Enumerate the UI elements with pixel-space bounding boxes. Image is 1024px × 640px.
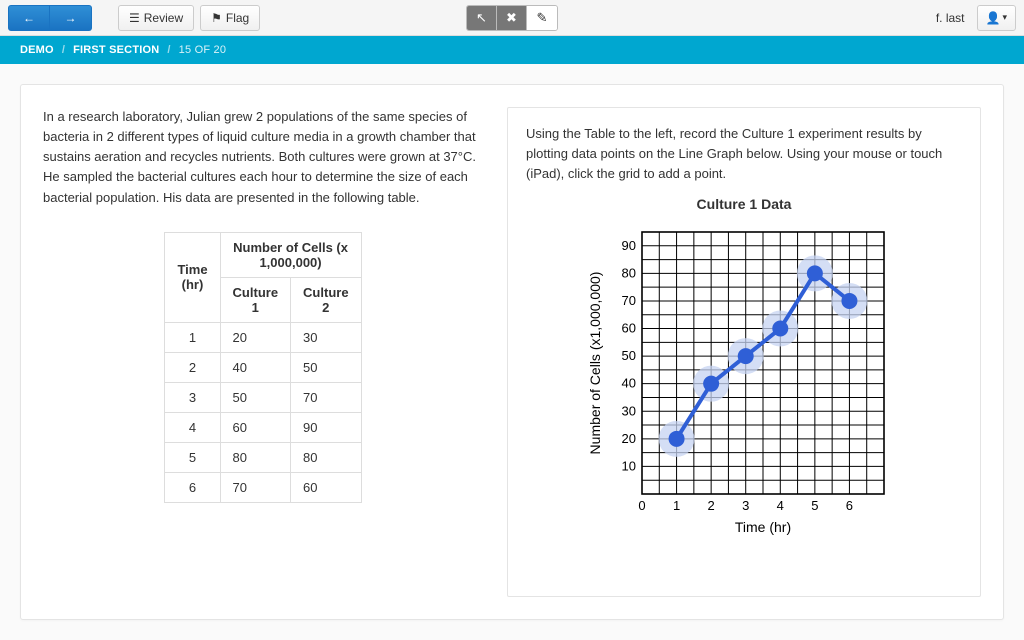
- table-cell: 40: [220, 352, 291, 382]
- pencil-icon: ✎: [537, 10, 548, 26]
- y-tick-label: 10: [622, 459, 636, 474]
- draw-tool[interactable]: ✎: [527, 6, 557, 30]
- review-label: Review: [144, 11, 183, 25]
- y-tick-label: 60: [622, 321, 636, 336]
- arrow-right-icon: →: [65, 11, 77, 25]
- th-numcells: Number of Cells (x 1,000,000): [220, 232, 361, 277]
- th-time: Time (hr): [165, 232, 220, 322]
- table-cell: 6: [165, 472, 220, 502]
- close-circle-icon: ✖: [506, 10, 517, 26]
- y-axis-label: Number of Cells (x1,000,000): [587, 272, 603, 455]
- data-table: Time (hr) Number of Cells (x 1,000,000) …: [164, 232, 361, 503]
- x-axis-label: Time (hr): [735, 519, 791, 535]
- crumb-sep: /: [62, 44, 65, 56]
- top-toolbar: ← → ☰ Review ⚑ Flag ↖ ✖ ✎ f. last 👤 ▾: [0, 0, 1024, 36]
- review-button[interactable]: ☰ Review: [118, 5, 194, 31]
- table-cell: 80: [291, 442, 362, 472]
- question-right-column: Using the Table to the left, record the …: [507, 107, 981, 597]
- drawing-tool-group: ↖ ✖ ✎: [466, 5, 558, 31]
- table-cell: 20: [220, 322, 291, 352]
- table-cell: 70: [291, 382, 362, 412]
- x-tick-label: 6: [846, 498, 853, 513]
- data-point[interactable]: [841, 293, 857, 309]
- x-tick-label: 4: [777, 498, 784, 513]
- question-left-column: In a research laboratory, Julian grew 2 …: [43, 107, 483, 597]
- table-cell: 80: [220, 442, 291, 472]
- list-icon: ☰: [129, 11, 140, 25]
- y-tick-label: 80: [622, 266, 636, 281]
- table-cell: 3: [165, 382, 220, 412]
- y-tick-label: 20: [622, 431, 636, 446]
- page-body: In a research laboratory, Julian grew 2 …: [0, 64, 1024, 640]
- user-area: f. last 👤 ▾: [936, 5, 1016, 31]
- table-cell: 60: [220, 412, 291, 442]
- table-cell: 30: [291, 322, 362, 352]
- table-row: 67060: [165, 472, 361, 502]
- user-icon: 👤: [986, 11, 1001, 25]
- y-tick-label: 30: [622, 404, 636, 419]
- table-cell: 5: [165, 442, 220, 472]
- data-point[interactable]: [703, 376, 719, 392]
- question-card: In a research laboratory, Julian grew 2 …: [20, 84, 1004, 620]
- table-cell: 4: [165, 412, 220, 442]
- back-button[interactable]: ←: [8, 5, 50, 31]
- flag-icon: ⚑: [211, 11, 222, 25]
- breadcrumb: DEMO / FIRST SECTION / 15 OF 20: [0, 36, 1024, 64]
- y-tick-label: 50: [622, 349, 636, 364]
- nav-button-group: ← →: [8, 5, 92, 31]
- table-cell: 90: [291, 412, 362, 442]
- x-tick-label: 2: [708, 498, 715, 513]
- forward-button[interactable]: →: [50, 5, 92, 31]
- x-tick-label: 3: [742, 498, 749, 513]
- plot-instructions: Using the Table to the left, record the …: [526, 124, 962, 184]
- table-cell: 60: [291, 472, 362, 502]
- table-cell: 50: [220, 382, 291, 412]
- data-point[interactable]: [738, 349, 754, 365]
- x-tick-label: 0: [638, 498, 645, 513]
- crumb-section[interactable]: FIRST SECTION: [73, 44, 159, 56]
- table-cell: 1: [165, 322, 220, 352]
- th-culture1: Culture 1: [220, 277, 291, 322]
- table-row: 35070: [165, 382, 361, 412]
- y-tick-label: 40: [622, 376, 636, 391]
- question-intro-text: In a research laboratory, Julian grew 2 …: [43, 107, 483, 208]
- table-row: 12030: [165, 322, 361, 352]
- user-menu-button[interactable]: 👤 ▾: [977, 5, 1016, 31]
- data-point[interactable]: [772, 321, 788, 337]
- data-point[interactable]: [669, 431, 685, 447]
- arrow-left-icon: ←: [23, 11, 35, 25]
- crumb-sep: /: [167, 44, 170, 56]
- flag-label: Flag: [226, 11, 249, 25]
- table-row: 24050: [165, 352, 361, 382]
- pointer-tool[interactable]: ↖: [467, 6, 497, 30]
- y-tick-label: 70: [622, 293, 636, 308]
- table-row: 46090: [165, 412, 361, 442]
- th-culture2: Culture 2: [291, 277, 362, 322]
- cursor-icon: ↖: [476, 10, 487, 26]
- y-tick-label: 90: [622, 238, 636, 253]
- chart-container: 0 1 2 3 4 5 6 10 20 30 40 50 60 70 80 90 Time (hr) Number…: [526, 218, 962, 538]
- caret-down-icon: ▾: [1002, 12, 1007, 23]
- x-tick-label: 5: [811, 498, 818, 513]
- erase-tool[interactable]: ✖: [497, 6, 527, 30]
- flag-button[interactable]: ⚑ Flag: [200, 5, 260, 31]
- crumb-position: 15 OF 20: [179, 44, 226, 56]
- user-name: f. last: [936, 11, 965, 25]
- table-cell: 2: [165, 352, 220, 382]
- chart-title: Culture 1 Data: [526, 196, 962, 212]
- line-chart[interactable]: 0 1 2 3 4 5 6 10 20 30 40 50 60 70 80 90 Time (hr) Number…: [584, 218, 904, 538]
- table-cell: 70: [220, 472, 291, 502]
- table-cell: 50: [291, 352, 362, 382]
- table-row: 58080: [165, 442, 361, 472]
- x-tick-label: 1: [673, 498, 680, 513]
- crumb-demo[interactable]: DEMO: [20, 44, 54, 56]
- data-point[interactable]: [807, 266, 823, 282]
